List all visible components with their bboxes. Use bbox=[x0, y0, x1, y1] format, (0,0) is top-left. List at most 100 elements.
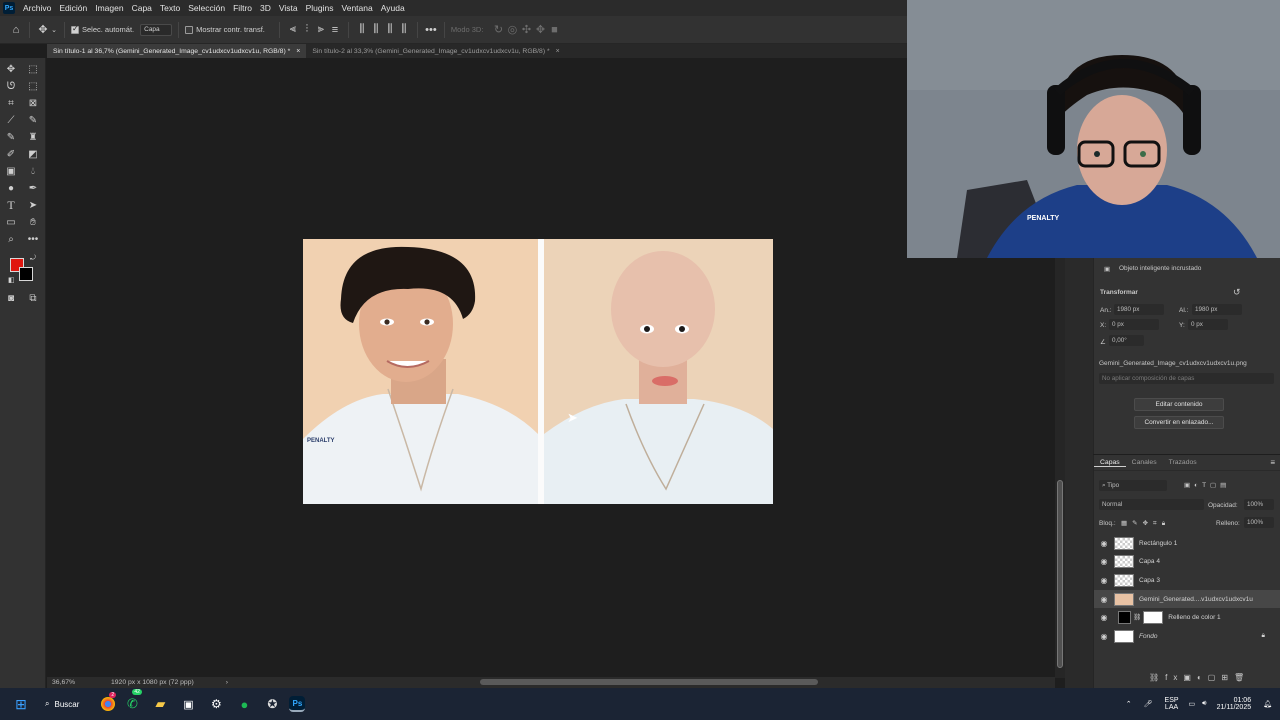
clock[interactable]: 01:06 21/11/2025 bbox=[1217, 697, 1252, 711]
gradient-tool-icon[interactable]: ▣ bbox=[0, 163, 22, 180]
swap-colors-icon[interactable]: ⤾ bbox=[30, 255, 36, 263]
layer-filter-icons[interactable]: ▣◐T▢▤ bbox=[1184, 481, 1230, 489]
chrome-icon[interactable]: 2 bbox=[101, 692, 117, 711]
history-brush-icon[interactable]: ✐ bbox=[0, 146, 22, 163]
eye-icon[interactable]: ◉ bbox=[1094, 557, 1114, 566]
eye-icon[interactable]: ◉ bbox=[1094, 539, 1114, 548]
more-options-icon[interactable]: ••• bbox=[424, 23, 438, 37]
x-field[interactable]: 0 px bbox=[1109, 319, 1159, 330]
menu-imagen[interactable]: Imagen bbox=[91, 3, 127, 13]
zoom-tool-icon[interactable]: ⌕ bbox=[0, 231, 22, 248]
whatsapp-icon[interactable]: ✆ 42 bbox=[121, 689, 143, 715]
quick-mask-icon[interactable]: ◙ bbox=[0, 290, 22, 307]
panel-menu-icon[interactable]: ≡ bbox=[1270, 458, 1275, 467]
layer-row[interactable]: ◉ ⛓︎ Relleno de color 1 bbox=[1094, 608, 1280, 626]
blend-mode-select[interactable]: Normal bbox=[1099, 499, 1204, 510]
menu-3d[interactable]: 3D bbox=[256, 3, 275, 13]
width-field[interactable]: 1980 px bbox=[1114, 304, 1164, 315]
marquee-tool-icon[interactable]: ⬚ bbox=[22, 61, 44, 78]
move-tool-icon[interactable]: ✥ bbox=[0, 61, 22, 78]
distribute-bottom-icon[interactable]: ⫼ bbox=[383, 23, 397, 37]
volume-icon[interactable]: 🔊︎ bbox=[1202, 700, 1206, 708]
lock-icons[interactable]: ▦✎✥⌗🔒︎ bbox=[1121, 519, 1170, 528]
brush-tool-icon[interactable]: ✎ bbox=[0, 129, 22, 146]
distribute-horizontal-icon[interactable]: ⫼ bbox=[397, 23, 411, 37]
distribute-top-icon[interactable]: ⫼ bbox=[355, 23, 369, 37]
menu-ayuda[interactable]: Ayuda bbox=[377, 3, 409, 13]
eye-icon[interactable]: ◉ bbox=[1094, 632, 1114, 641]
tab-capas[interactable]: Capas bbox=[1094, 459, 1126, 467]
angle-field[interactable]: 0,00° bbox=[1109, 335, 1144, 346]
chevron-right-icon[interactable]: › bbox=[226, 679, 228, 686]
photoshop-taskbar-icon[interactable]: Ps bbox=[289, 696, 306, 712]
blur-tool-icon[interactable]: 💧︎ bbox=[22, 163, 44, 180]
layer-filter-select[interactable]: ⌕ Tipo bbox=[1099, 480, 1167, 491]
canvas-area[interactable]: PENALTY ➤ bbox=[47, 58, 1055, 677]
menu-seleccion[interactable]: Selección bbox=[184, 3, 229, 13]
tab-trazados[interactable]: Trazados bbox=[1163, 459, 1203, 466]
home-icon[interactable]: ⌂ bbox=[9, 23, 23, 37]
notifications-icon[interactable]: 🔔︎ bbox=[1263, 700, 1272, 708]
move-tool-icon[interactable]: ✥ bbox=[36, 23, 50, 37]
background-color-swatch[interactable] bbox=[19, 267, 33, 281]
horizontal-scrollbar[interactable] bbox=[480, 679, 818, 685]
vertical-scrollbar[interactable] bbox=[1055, 258, 1065, 678]
tab-document-2[interactable]: Sin título-2 al 33,3% (Gemini_Generated_… bbox=[306, 44, 565, 58]
menu-plugins[interactable]: Plugins bbox=[302, 3, 338, 13]
opacity-field[interactable]: 100% bbox=[1244, 499, 1274, 510]
auto-select-target-select[interactable]: Capa bbox=[140, 23, 173, 36]
distribute-middle-icon[interactable]: ⫼ bbox=[369, 23, 383, 37]
layer-row[interactable]: ◉ Capa 4 bbox=[1094, 552, 1280, 570]
rectangle-tool-icon[interactable]: ▭ bbox=[0, 214, 22, 231]
chevron-down-icon[interactable]: ⌄ bbox=[50, 23, 58, 37]
menu-vista[interactable]: Vista bbox=[275, 3, 302, 13]
align-center-icon[interactable]: ⫶ bbox=[300, 23, 314, 37]
type-tool-icon[interactable]: T bbox=[0, 197, 22, 214]
eraser-tool-icon[interactable]: ◩ bbox=[22, 146, 44, 163]
media-app-icon[interactable]: ▣ bbox=[177, 693, 199, 715]
language-indicator[interactable]: ESP LAA bbox=[1165, 697, 1179, 711]
layer-row-selected[interactable]: ◉ Gemini_Generated....v1udxcv1udxcv1u bbox=[1094, 590, 1280, 608]
layer-row[interactable]: ◉ Rectángulo 1 bbox=[1094, 534, 1280, 552]
height-field[interactable]: 1980 px bbox=[1192, 304, 1242, 315]
menu-ventana[interactable]: Ventana bbox=[338, 3, 377, 13]
menu-capa[interactable]: Capa bbox=[128, 3, 156, 13]
fill-field[interactable]: 100% bbox=[1244, 517, 1274, 528]
stamp-tool-icon[interactable]: ♜ bbox=[22, 129, 44, 146]
tab-canales[interactable]: Canales bbox=[1126, 459, 1163, 466]
microphone-icon[interactable]: 🎤︎ bbox=[1144, 700, 1153, 708]
lock-icon[interactable]: 🔒︎ bbox=[1262, 632, 1265, 640]
layer-row[interactable]: ◉ Capa 3 bbox=[1094, 571, 1280, 589]
eye-icon[interactable]: ◉ bbox=[1094, 613, 1114, 622]
crop-tool-icon[interactable]: ⌗ bbox=[0, 95, 22, 112]
hand-tool-icon[interactable]: ✋︎ bbox=[22, 214, 44, 231]
healing-brush-icon[interactable]: ✎ bbox=[22, 112, 44, 129]
document-info[interactable]: 1920 px x 1080 px (72 ppp) bbox=[111, 679, 194, 686]
align-vertical-icon[interactable]: ≡ bbox=[328, 23, 342, 37]
menu-edicion[interactable]: Edición bbox=[55, 3, 91, 13]
chevron-up-icon[interactable]: ⌃ bbox=[1126, 700, 1132, 708]
object-select-icon[interactable]: ⬚ bbox=[22, 78, 44, 95]
menu-texto[interactable]: Texto bbox=[156, 3, 184, 13]
pen-tool-icon[interactable]: ✒ bbox=[22, 180, 44, 197]
screen-mode-icon[interactable]: ⧉ bbox=[22, 290, 44, 307]
lasso-tool-icon[interactable]: ᘎ bbox=[0, 78, 22, 95]
windows-start-icon[interactable]: ⊞ bbox=[10, 693, 32, 715]
app-icon[interactable]: ✪ bbox=[261, 693, 283, 715]
network-icon[interactable]: ▭ bbox=[1189, 700, 1196, 708]
eyedropper-icon[interactable]: ⟋ bbox=[0, 112, 22, 129]
eye-icon[interactable]: ◉ bbox=[1094, 595, 1114, 604]
tab-document-1[interactable]: Sin título-1 al 36,7% (Gemini_Generated_… bbox=[47, 44, 307, 58]
layer-actions-bar[interactable]: ⛓︎fx▣◐▢⊞🗑︎ bbox=[1149, 673, 1250, 682]
chatgpt-icon[interactable]: ⚙ bbox=[205, 693, 227, 715]
spotify-icon[interactable]: ● bbox=[233, 693, 255, 715]
dodge-tool-icon[interactable]: ● bbox=[0, 180, 22, 197]
zoom-level[interactable]: 36,67% bbox=[52, 679, 97, 686]
align-right-icon[interactable]: ⫸ bbox=[314, 23, 328, 37]
default-colors-icon[interactable]: ◧ bbox=[8, 276, 15, 284]
close-icon[interactable]: × bbox=[556, 48, 560, 55]
scrollbar-thumb[interactable] bbox=[1057, 480, 1063, 668]
convert-to-linked-button[interactable]: Convertir en enlazado... bbox=[1134, 416, 1224, 429]
reset-transform-icon[interactable]: ↺ bbox=[1233, 287, 1241, 298]
align-left-icon[interactable]: ⫷ bbox=[286, 23, 300, 37]
